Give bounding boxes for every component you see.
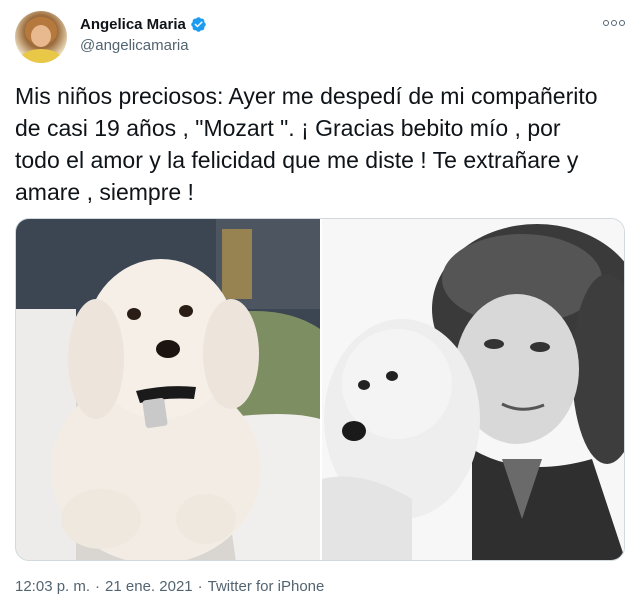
sketch-portrait-illustration bbox=[322, 219, 624, 560]
author-handle[interactable]: @angelicamaria bbox=[80, 37, 189, 54]
meta-separator: · bbox=[95, 578, 101, 595]
tweet-text: Mis niños preciosos: Ayer me despedí de … bbox=[15, 83, 598, 205]
avatar-shoulders bbox=[19, 49, 63, 63]
meta-separator: · bbox=[197, 578, 203, 595]
author-name-row[interactable]: Angelica Maria bbox=[80, 16, 207, 33]
dog-photo-illustration bbox=[16, 219, 320, 560]
tweet-meta: 12:03 p. m. · 21 ene. 2021 · Twitter for… bbox=[15, 578, 324, 595]
media-grid bbox=[15, 218, 625, 561]
more-options-icon[interactable] bbox=[602, 16, 626, 30]
avatar[interactable] bbox=[15, 11, 67, 63]
avatar-face bbox=[31, 25, 51, 47]
verified-badge-icon bbox=[191, 17, 206, 32]
tweet-date[interactable]: 21 ene. 2021 bbox=[105, 578, 193, 595]
author-display-name[interactable]: Angelica Maria bbox=[80, 16, 186, 33]
sketch-portrait-photo[interactable] bbox=[322, 219, 624, 560]
dog-photo[interactable] bbox=[16, 219, 320, 560]
tweet-time[interactable]: 12:03 p. m. bbox=[15, 578, 90, 595]
tweet-source[interactable]: Twitter for iPhone bbox=[208, 578, 325, 595]
